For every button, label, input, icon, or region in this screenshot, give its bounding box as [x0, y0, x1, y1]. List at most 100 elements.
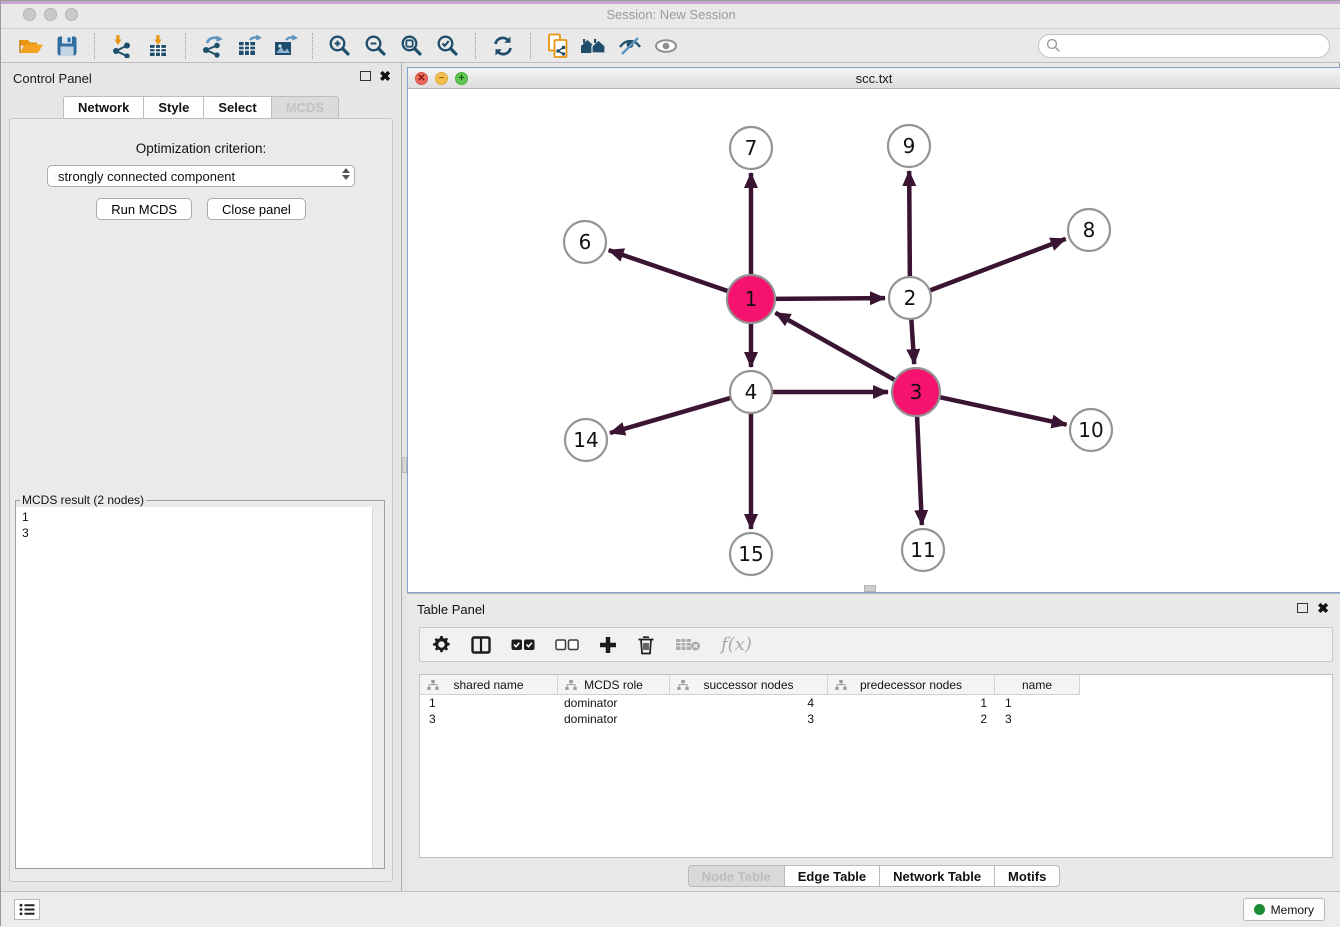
edge-3-11[interactable] [917, 414, 922, 525]
column-header-mcds-role[interactable]: MCDS role [558, 675, 670, 695]
tab-network[interactable]: Network [63, 96, 144, 119]
eye-slash-icon[interactable] [615, 32, 645, 60]
table-row[interactable]: 1 dominator 4 1 1 [420, 695, 1332, 711]
memory-button[interactable]: Memory [1243, 898, 1325, 921]
homes-icon[interactable] [579, 32, 609, 60]
network-resize-grip[interactable] [864, 585, 876, 592]
table-tabs: Node Table Edge Table Network Table Moti… [407, 865, 1340, 887]
close-panel-button[interactable]: Close panel [207, 198, 306, 220]
search-field[interactable] [1038, 34, 1330, 58]
table-panel-title: Table Panel [417, 602, 485, 617]
tab-motifs[interactable]: Motifs [995, 865, 1060, 887]
node-7[interactable]: 7 [730, 127, 772, 169]
svg-text:9: 9 [903, 134, 916, 158]
edge-1-2[interactable] [773, 298, 885, 299]
toolbar-separator [312, 33, 313, 59]
tab-select[interactable]: Select [204, 96, 271, 119]
delete-table-icon[interactable] [675, 637, 701, 652]
float-panel-icon[interactable] [360, 71, 371, 81]
columns-icon[interactable] [471, 636, 491, 654]
result-scrollbar[interactable] [372, 507, 384, 868]
app-title: Session: New Session [1, 7, 1340, 22]
titlebar-accent-strip [1, 1, 1340, 4]
network-window: ✕ − + scc.txt 7 9 6 8 1 2 4 3 14 10 15 11 [407, 67, 1340, 593]
node-6[interactable]: 6 [564, 221, 606, 263]
tab-edge-table[interactable]: Edge Table [785, 865, 880, 887]
tree-icon [565, 680, 577, 690]
column-header-shared-name[interactable]: shared name [420, 675, 558, 695]
network-graph[interactable]: 7 9 6 8 1 2 4 3 14 10 15 11 [408, 89, 1340, 592]
tab-style[interactable]: Style [144, 96, 204, 119]
save-session-icon[interactable] [52, 32, 82, 60]
zoom-selected-icon[interactable] [433, 32, 463, 60]
toolbar-separator [185, 33, 186, 59]
mcds-result-title: MCDS result (2 nodes) [20, 493, 146, 507]
refresh-icon[interactable] [488, 32, 518, 60]
network-file-copy-icon[interactable] [543, 32, 573, 60]
node-3[interactable]: 3 [892, 368, 940, 416]
tab-node-table[interactable]: Node Table [688, 865, 785, 887]
open-session-icon[interactable] [16, 32, 46, 60]
column-header-predecessor-nodes[interactable]: predecessor nodes [828, 675, 995, 695]
svg-text:11: 11 [910, 538, 935, 562]
export-table-icon[interactable] [234, 32, 264, 60]
tree-icon [427, 680, 439, 690]
search-input[interactable] [1066, 38, 1329, 53]
tree-icon [677, 680, 689, 690]
zoom-out-icon[interactable] [361, 32, 391, 60]
edge-1-6[interactable] [609, 250, 731, 292]
import-table-icon[interactable] [143, 32, 173, 60]
node-10[interactable]: 10 [1070, 409, 1112, 451]
node-11[interactable]: 11 [902, 529, 944, 571]
svg-text:15: 15 [738, 542, 763, 566]
add-column-icon[interactable] [599, 636, 617, 654]
float-table-panel-icon[interactable] [1297, 603, 1308, 613]
export-network-icon[interactable] [198, 32, 228, 60]
delete-column-icon[interactable] [637, 635, 655, 655]
select-all-checkboxes-icon[interactable] [511, 639, 535, 651]
toolbar-separator [94, 33, 95, 59]
node-1[interactable]: 1 [727, 275, 775, 323]
toolbar-separator [475, 33, 476, 59]
criterion-dropdown-value: strongly connected component [58, 169, 235, 184]
column-header-successor-nodes[interactable]: successor nodes [670, 675, 828, 695]
node-table[interactable]: shared name MCDS role successor nodes pr… [419, 674, 1333, 858]
zoom-fit-icon[interactable] [397, 32, 427, 60]
node-8[interactable]: 8 [1068, 209, 1110, 251]
table-row[interactable]: 3 dominator 3 2 3 [420, 711, 1332, 727]
export-image-icon[interactable] [270, 32, 300, 60]
gear-icon[interactable] [432, 635, 451, 654]
control-panel-tabs: Network Style Select MCDS [1, 96, 401, 119]
close-table-panel-icon[interactable]: ✖ [1317, 602, 1329, 614]
eye-icon[interactable] [651, 32, 681, 60]
edge-2-3[interactable] [911, 317, 914, 364]
function-builder-icon[interactable]: f(x) [721, 634, 752, 655]
node-14[interactable]: 14 [565, 419, 607, 461]
close-panel-icon[interactable]: ✖ [379, 70, 391, 82]
import-network-icon[interactable] [107, 32, 137, 60]
svg-text:4: 4 [745, 380, 758, 404]
run-mcds-button[interactable]: Run MCDS [96, 198, 192, 220]
network-canvas[interactable]: 7 9 6 8 1 2 4 3 14 10 15 11 [408, 89, 1340, 592]
tab-mcds[interactable]: MCDS [272, 96, 339, 119]
column-header-name[interactable]: name [995, 675, 1080, 695]
deselect-all-checkboxes-icon[interactable] [555, 639, 579, 651]
table-toolbar: f(x) [419, 627, 1333, 662]
main-toolbar [1, 29, 1340, 63]
edge-2-8[interactable] [928, 239, 1066, 291]
criterion-dropdown[interactable]: strongly connected component [47, 165, 355, 187]
zoom-in-icon[interactable] [325, 32, 355, 60]
show-panel-button[interactable] [14, 899, 40, 920]
network-window-titlebar[interactable]: ✕ − + scc.txt [408, 68, 1340, 89]
node-9[interactable]: 9 [888, 125, 930, 167]
edge-2-9[interactable] [909, 171, 910, 279]
node-4[interactable]: 4 [730, 371, 772, 413]
node-15[interactable]: 15 [730, 533, 772, 575]
dropdown-stepper-icon [342, 168, 350, 180]
tab-network-table[interactable]: Network Table [880, 865, 995, 887]
toolbar-separator [530, 33, 531, 59]
edge-3-1[interactable] [775, 313, 896, 381]
edge-4-14[interactable] [610, 397, 733, 433]
node-2[interactable]: 2 [889, 277, 931, 319]
edge-3-10[interactable] [937, 397, 1066, 425]
